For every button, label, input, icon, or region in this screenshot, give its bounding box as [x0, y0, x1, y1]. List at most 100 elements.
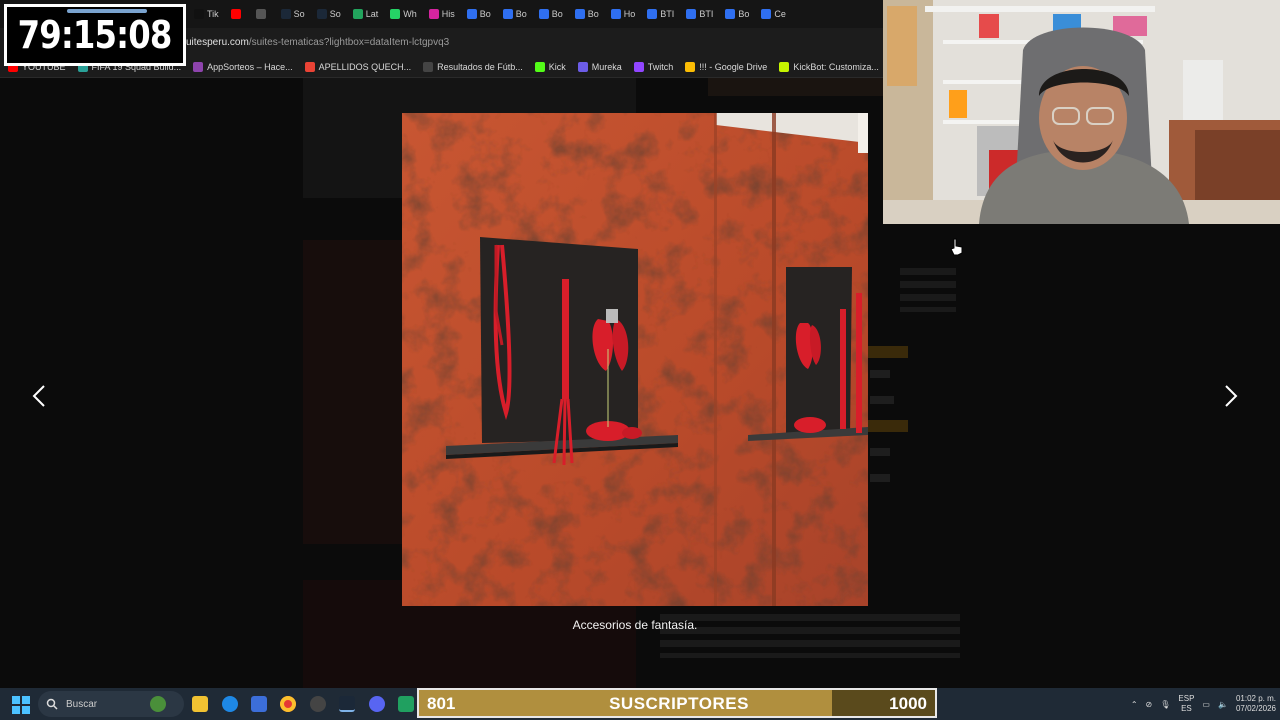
app-icon[interactable] [310, 696, 326, 712]
b-icon [725, 9, 736, 19]
bookmark-item[interactable]: Kick [534, 61, 566, 72]
bookmark-item[interactable]: AppSorteos – Hace... [193, 61, 293, 72]
steam-icon[interactable] [339, 696, 355, 712]
browser-tab[interactable]: Bo [719, 0, 755, 28]
speaker-icon [255, 9, 266, 19]
bookmark-favicon-icon [193, 61, 204, 72]
browser-tab[interactable] [225, 0, 250, 28]
bookmark-label: !!! - Google Drive [699, 61, 768, 72]
clock[interactable]: 01:02 p. m. 07/02/2026 [1236, 694, 1276, 714]
tab-label: BTI [699, 9, 714, 19]
bookmark-label: KickBot: Customiza... [793, 61, 879, 72]
b-icon [686, 9, 697, 19]
lang-top: ESP [1178, 694, 1195, 703]
b-icon [466, 9, 477, 19]
tab-label: Wh [403, 9, 417, 19]
tab-label: Bo [587, 9, 599, 19]
bookmark-favicon-icon [423, 61, 434, 72]
browser-tab[interactable]: BTI [680, 0, 719, 28]
bg-text [900, 268, 956, 312]
lightbox-image[interactable] [402, 113, 868, 606]
bg-card [708, 78, 883, 96]
tab-label: Ce [774, 9, 786, 19]
browser-tab[interactable]: Lat [347, 0, 385, 28]
bookmark-favicon-icon [577, 61, 588, 72]
browser-tab[interactable]: So [275, 0, 311, 28]
url-path: /suites-tematicas?lightbox=dataItem-lctg… [248, 36, 450, 48]
bg-text [870, 448, 890, 456]
b-icon [610, 9, 621, 19]
bookmark-item[interactable]: Twitch [633, 61, 674, 72]
chevron-left-icon [32, 385, 45, 407]
bookmark-favicon-icon [633, 61, 644, 72]
bg-text [870, 370, 890, 378]
tab-label: BTI [660, 9, 675, 19]
bookmark-item[interactable]: Mureka [577, 61, 622, 72]
bg-badge [868, 346, 908, 358]
lightbox-caption: Accesorios de fantasía. [572, 618, 698, 632]
bookmark-item[interactable]: Resultados de Fútb... [423, 61, 523, 72]
bookmark-item[interactable]: !!! - Google Drive [685, 61, 768, 72]
tab-label: Bo [551, 9, 563, 19]
bg-text [870, 396, 894, 404]
bookmark-label: Twitch [647, 61, 674, 72]
lang-bottom: ES [1181, 704, 1192, 713]
bookmark-favicon-icon [685, 61, 696, 72]
accessories-photo [402, 113, 868, 606]
sheets-icon[interactable] [398, 696, 414, 712]
bookmark-favicon-icon [304, 61, 315, 72]
tab-label: Lat [365, 9, 379, 19]
file-explorer-icon[interactable] [192, 696, 208, 712]
browser-tab[interactable]: Bo [497, 0, 533, 28]
widget-icon[interactable] [150, 696, 166, 712]
bookmark-label: Mureka [591, 61, 622, 72]
microphone-icon[interactable]: 🎙 [1160, 700, 1170, 709]
subscriber-goal-bar: SUSCRIPTORES 801 1000 [417, 688, 937, 718]
browser-tab[interactable]: Ho [605, 0, 642, 28]
steam-icon [280, 9, 291, 19]
chevron-right-icon [1225, 385, 1238, 407]
bg-badge [868, 420, 908, 432]
b-icon [538, 9, 549, 19]
bookmark-favicon-icon [779, 61, 790, 72]
lightbox-prev-button[interactable] [28, 384, 52, 408]
url-text[interactable]: uitesperu.com/suites-tematicas?lightbox=… [186, 37, 449, 48]
tab-label: His [441, 9, 455, 19]
clock-date: 07/02/2026 [1235, 704, 1276, 713]
sheet-icon [352, 9, 363, 19]
display-icon[interactable]: ▭ [1202, 700, 1210, 709]
bookmark-label: AppSorteos – Hace... [207, 61, 293, 72]
browser-tab[interactable]: Bo [533, 0, 569, 28]
b-icon [574, 9, 585, 19]
store-icon[interactable] [251, 696, 267, 712]
chrome-icon[interactable] [280, 696, 296, 712]
subscriber-goal: 1000 [889, 694, 927, 713]
browser-tab[interactable]: So [311, 0, 347, 28]
steam-icon [316, 9, 327, 19]
language-indicator[interactable]: ESP ES [1178, 694, 1194, 714]
b-icon [502, 9, 513, 19]
chevron-up-icon[interactable]: ⌃ [1131, 700, 1138, 709]
browser-tab[interactable]: Ce [755, 0, 792, 28]
edge-icon[interactable] [222, 696, 238, 712]
tab-label: Bo [515, 9, 527, 19]
discord-icon[interactable] [369, 696, 385, 712]
volume-icon[interactable]: 🔈 [1218, 700, 1228, 709]
network-icon[interactable]: ⊘ [1146, 700, 1153, 709]
browser-tab[interactable]: Bo [569, 0, 605, 28]
streamer-camera [883, 0, 1280, 224]
browser-tab[interactable]: Bo [461, 0, 497, 28]
bookmark-favicon-icon [534, 61, 545, 72]
browser-tab[interactable]: BTI [641, 0, 680, 28]
bookmark-item[interactable]: APELLIDOS QUECH... [304, 61, 411, 72]
tab-label: Bo [738, 9, 750, 19]
browser-tab[interactable]: Wh [384, 0, 423, 28]
bookmark-item[interactable]: KickBot: Customiza... [779, 61, 879, 72]
browser-tab[interactable] [250, 0, 275, 28]
webcam-overlay [883, 0, 1280, 224]
browser-tab[interactable]: Tik [188, 0, 225, 28]
windows-start-icon[interactable] [12, 696, 30, 714]
browser-tab[interactable]: His [423, 0, 461, 28]
clock-time: 01:02 p. m. [1235, 694, 1276, 703]
lightbox-next-button[interactable] [1218, 384, 1242, 408]
